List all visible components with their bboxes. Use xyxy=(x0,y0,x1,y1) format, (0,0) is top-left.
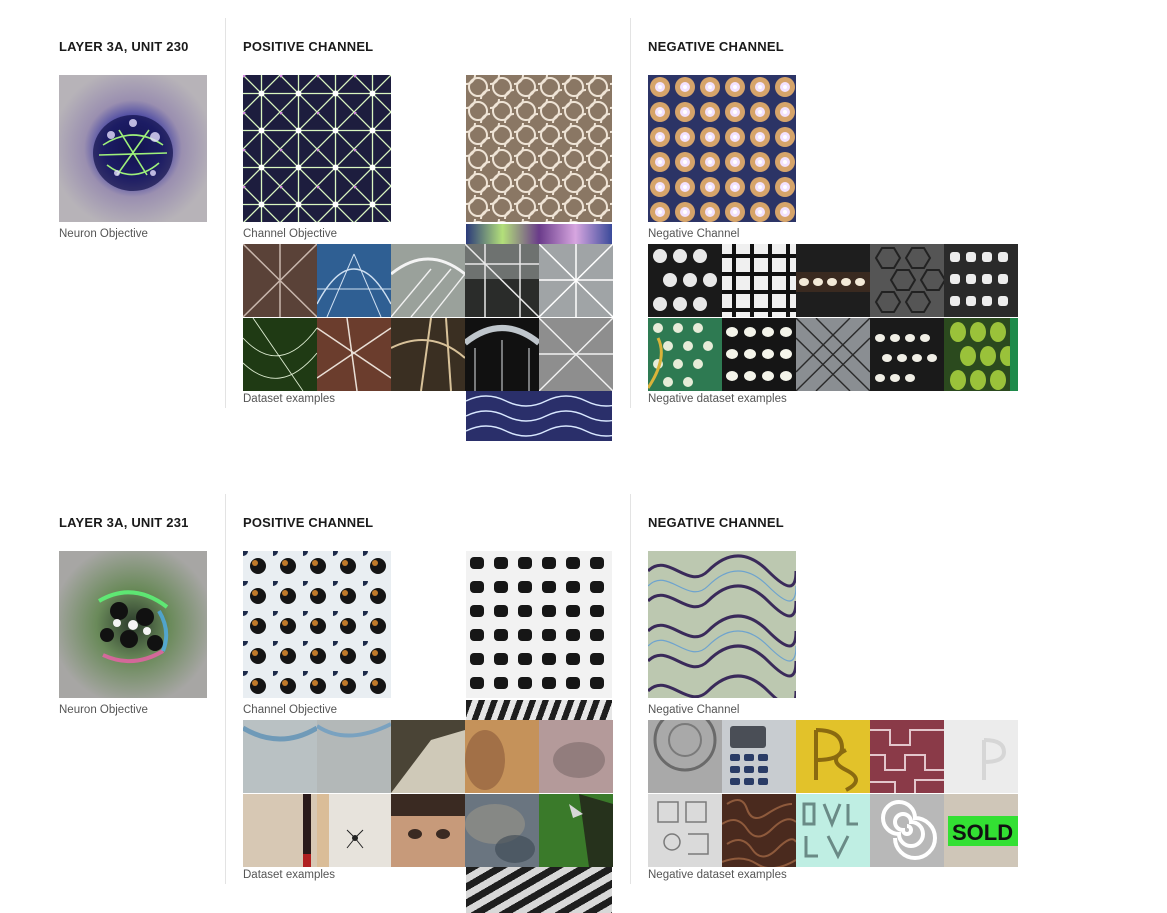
dataset-example-thumbnail xyxy=(465,318,539,391)
negative-dataset-examples-caption: Negative dataset examples xyxy=(648,869,787,881)
negative-channel-caption: Negative Channel xyxy=(648,228,740,240)
sold-sign-text: SOLD xyxy=(952,820,1013,845)
dataset-example-thumbnail xyxy=(539,720,613,793)
negative-dataset-example-thumbnail xyxy=(796,794,870,867)
positive-channel-title: POSITIVE CHANNEL xyxy=(243,515,374,530)
dataset-example-thumbnail xyxy=(317,720,391,793)
column-divider-left xyxy=(225,18,226,408)
negative-dataset-example-thumbnail xyxy=(722,318,796,391)
channel-visualization-strip xyxy=(466,75,612,222)
negative-dataset-example-thumbnail xyxy=(722,244,796,317)
channel-visualization-strip xyxy=(466,867,612,913)
dataset-example-thumbnail xyxy=(317,794,391,867)
negative-dataset-example-thumbnail xyxy=(648,720,722,793)
dataset-example-thumbnail xyxy=(243,244,317,317)
channel-visualization-strip xyxy=(466,700,612,720)
dataset-example-thumbnail xyxy=(391,720,465,793)
dataset-example-thumbnail xyxy=(465,794,539,867)
negative-dataset-examples-grid: SOLD xyxy=(648,720,1018,867)
layer-unit-title: LAYER 3A, UNIT 231 xyxy=(59,515,189,530)
dataset-example-thumbnail xyxy=(465,244,539,317)
neuron-objective-caption: Neuron Objective xyxy=(59,228,148,240)
negative-channel-title: NEGATIVE CHANNEL xyxy=(648,39,784,54)
negative-dataset-example-thumbnail xyxy=(870,244,944,317)
negative-dataset-example-thumbnail xyxy=(870,318,944,391)
dataset-examples-caption: Dataset examples xyxy=(243,393,336,405)
negative-dataset-example-thumbnail xyxy=(648,794,722,867)
dataset-examples-caption: Dataset examples xyxy=(243,869,336,881)
negative-dataset-examples-grid xyxy=(648,244,1018,391)
channel-objective-image xyxy=(243,551,391,698)
negative-dataset-example-thumbnail xyxy=(648,244,722,317)
dataset-examples-grid xyxy=(243,244,613,391)
negative-dataset-example-thumbnail xyxy=(870,794,944,867)
dataset-examples-grid xyxy=(243,720,613,867)
neuron-objective-image xyxy=(59,551,207,698)
dataset-example-thumbnail xyxy=(243,720,317,793)
dataset-example-thumbnail xyxy=(243,318,317,391)
neuron-objective-image xyxy=(59,75,207,222)
dataset-example-thumbnail xyxy=(243,794,317,867)
negative-dataset-example-thumbnail xyxy=(944,244,1018,317)
channel-visualization-strip xyxy=(466,551,612,698)
dataset-example-thumbnail xyxy=(391,244,465,317)
negative-dataset-example-thumbnail xyxy=(722,720,796,793)
negative-channel-image xyxy=(648,75,796,222)
dataset-example-thumbnail xyxy=(465,720,539,793)
dataset-example-thumbnail xyxy=(317,318,391,391)
unit-block-230: LAYER 3A, UNIT 230 Neuron Objective POSI… xyxy=(0,0,1167,460)
negative-channel-title: NEGATIVE CHANNEL xyxy=(648,515,784,530)
layer-unit-title: LAYER 3A, UNIT 230 xyxy=(59,39,189,54)
dataset-example-thumbnail xyxy=(539,318,613,391)
channel-visualization-strip xyxy=(466,391,612,441)
channel-objective-caption: Channel Objective xyxy=(243,704,337,716)
negative-channel-caption: Negative Channel xyxy=(648,704,740,716)
column-divider-left xyxy=(225,494,226,884)
channel-objective-image xyxy=(243,75,391,222)
column-divider-right xyxy=(630,18,631,408)
negative-dataset-example-thumbnail xyxy=(870,720,944,793)
negative-dataset-example-thumbnail xyxy=(796,720,870,793)
dataset-example-thumbnail xyxy=(391,794,465,867)
negative-dataset-example-thumbnail xyxy=(944,720,1018,793)
dataset-example-thumbnail xyxy=(317,244,391,317)
negative-dataset-example-thumbnail xyxy=(796,244,870,317)
negative-dataset-example-thumbnail: SOLD xyxy=(944,794,1018,867)
column-divider-right xyxy=(630,494,631,884)
channel-objective-caption: Channel Objective xyxy=(243,228,337,240)
negative-dataset-example-thumbnail xyxy=(648,318,722,391)
dataset-example-thumbnail xyxy=(391,318,465,391)
unit-block-231: LAYER 3A, UNIT 231 Neuron Objective POSI… xyxy=(0,476,1167,913)
negative-dataset-example-thumbnail xyxy=(944,318,1018,391)
negative-dataset-example-thumbnail xyxy=(722,794,796,867)
negative-dataset-example-thumbnail xyxy=(796,318,870,391)
neuron-objective-caption: Neuron Objective xyxy=(59,704,148,716)
negative-channel-image xyxy=(648,551,796,698)
dataset-example-thumbnail xyxy=(539,244,613,317)
channel-visualization-strip xyxy=(466,224,612,244)
negative-dataset-examples-caption: Negative dataset examples xyxy=(648,393,787,405)
dataset-example-thumbnail xyxy=(539,794,613,867)
positive-channel-title: POSITIVE CHANNEL xyxy=(243,39,374,54)
